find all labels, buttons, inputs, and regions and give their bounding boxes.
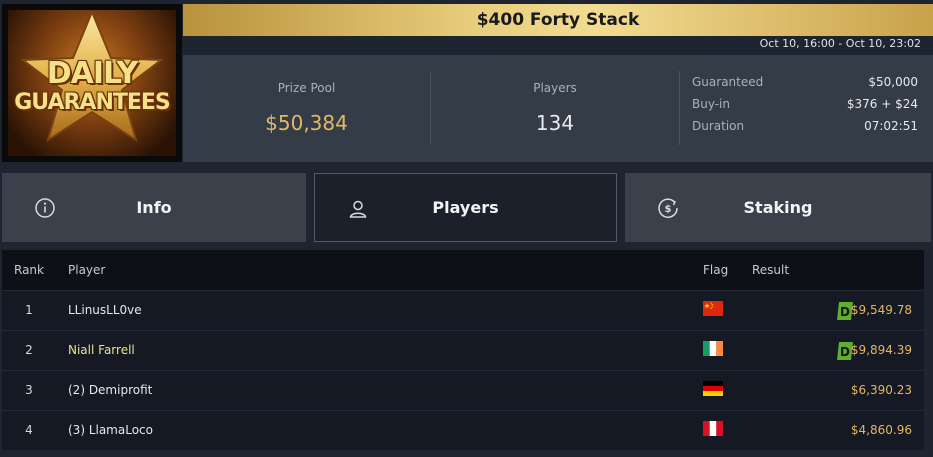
detail-guaranteed: Guaranteed $50,000 (692, 75, 918, 97)
header-result[interactable]: Result (752, 263, 789, 277)
row-rank: 1 (25, 303, 33, 317)
d-badge-text: D (840, 305, 850, 319)
table-row[interactable]: 4 (3) LlamaLoco $4,860.96 (2, 410, 924, 450)
svg-text:$: $ (665, 204, 672, 215)
players-count-label: Players (533, 81, 577, 95)
tab-info[interactable]: Info (2, 173, 306, 242)
prize-pool-stat: Prize Pool $50,384 (183, 55, 430, 162)
row-result: $6,390.23 (850, 383, 912, 397)
divider (679, 71, 680, 145)
row-rank: 2 (25, 343, 33, 357)
tournament-details: Guaranteed $50,000 Buy-in $376 + $24 Dur… (692, 75, 918, 141)
detail-value: $50,000 (868, 75, 918, 89)
prize-pool-value: $50,384 (265, 111, 348, 135)
table-row[interactable]: 3 (2) Demiprofit $6,390.23 (2, 370, 924, 410)
tab-staking-label: Staking (743, 198, 813, 217)
row-player-name: (2) Demiprofit (68, 383, 153, 397)
tab-players-label: Players (432, 198, 499, 217)
row-player-name: (3) LlamaLoco (68, 423, 153, 437)
detail-label: Duration (692, 119, 745, 133)
players-table: Rank Player Flag Result 1 LLinusLL0ve D … (2, 250, 924, 450)
tournament-stats-panel: Prize Pool $50,384 Players 134 Guarantee… (183, 55, 933, 162)
detail-label: Guaranteed (692, 75, 764, 89)
row-rank: 3 (25, 383, 33, 397)
peru-flag-icon (703, 421, 723, 436)
ireland-flag-icon (703, 341, 723, 356)
table-row[interactable]: 2 Niall Farrell D $9,894.39 (2, 330, 924, 370)
tab-players[interactable]: Players (314, 173, 617, 242)
header-flag[interactable]: Flag (703, 263, 728, 277)
row-result: $9,894.39 (850, 343, 912, 357)
prize-pool-label: Prize Pool (277, 81, 336, 95)
players-count-stat: Players 134 (431, 55, 679, 162)
header-rank[interactable]: Rank (14, 263, 44, 277)
tournament-title: $400 Forty Stack (476, 10, 640, 30)
row-result: $9,549.78 (850, 303, 912, 317)
logo-text-daily: DAILY (46, 56, 138, 91)
dollar-coin-icon: $ (658, 198, 678, 218)
detail-value: 07:02:51 (864, 119, 918, 133)
tab-staking[interactable]: $ Staking (625, 173, 931, 242)
detail-duration: Duration 07:02:51 (692, 119, 918, 141)
table-row[interactable]: 1 LLinusLL0ve D $9,549.78 (2, 290, 924, 330)
logo-text-guarantees: GUARANTEES (14, 90, 171, 115)
row-result: $4,860.96 (850, 423, 912, 437)
row-player-name: Niall Farrell (68, 343, 135, 357)
china-flag-icon (703, 301, 723, 316)
detail-buy-in: Buy-in $376 + $24 (692, 97, 918, 119)
germany-flag-icon (703, 381, 723, 396)
tournament-logo: DAILY GUARANTEES (2, 4, 182, 162)
d-badge-text: D (840, 345, 850, 359)
detail-label: Buy-in (692, 97, 730, 111)
info-icon (35, 198, 55, 218)
players-count-value: 134 (535, 111, 575, 135)
tournament-title-bar: $400 Forty Stack (183, 4, 933, 36)
detail-value: $376 + $24 (846, 97, 918, 111)
row-player-name: LLinusLL0ve (68, 303, 142, 317)
header-player[interactable]: Player (68, 263, 105, 277)
user-icon (349, 200, 367, 218)
tournament-date-range: Oct 10, 16:00 - Oct 10, 23:02 (759, 37, 921, 50)
row-rank: 4 (25, 423, 33, 437)
tab-info-label: Info (136, 198, 172, 217)
table-header: Rank Player Flag Result (2, 250, 924, 290)
